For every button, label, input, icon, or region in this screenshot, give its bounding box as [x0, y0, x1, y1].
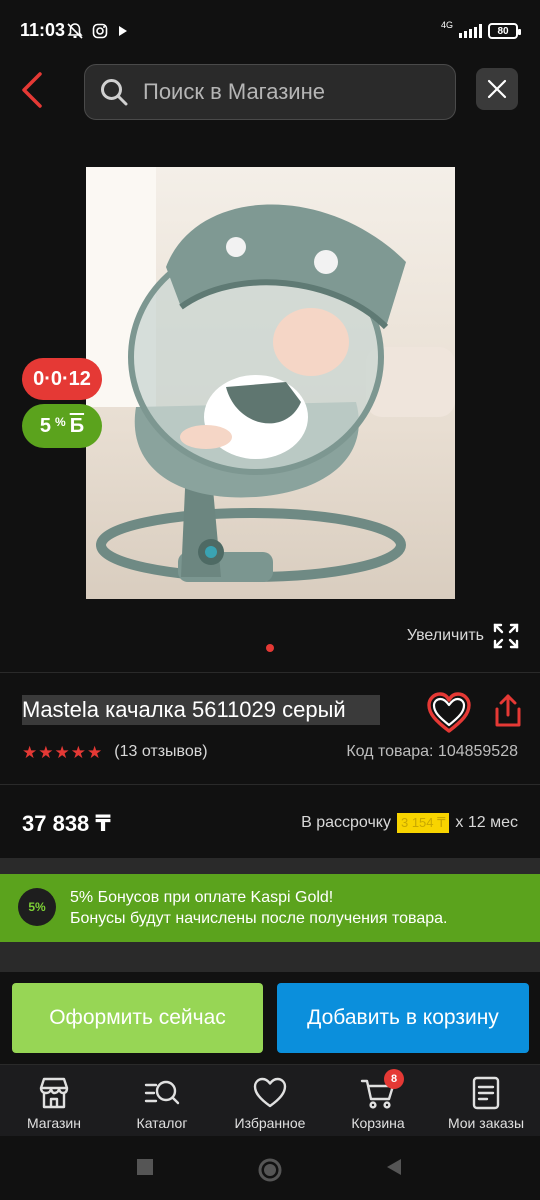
- section-divider: [0, 942, 540, 972]
- bottom-navigation: Магазин Каталог Избранное 8 Корзина Мои …: [0, 1064, 540, 1136]
- product-sku: Код товара: 104859528: [346, 743, 518, 760]
- orders-icon: [472, 1076, 500, 1110]
- status-time: 11:03: [20, 20, 66, 40]
- star-icon: ★: [70, 742, 86, 762]
- bonus-badge-currency: Б: [69, 414, 85, 437]
- search-icon: [101, 79, 128, 106]
- status-notification-icons: [66, 20, 130, 42]
- signal-icon: [459, 24, 482, 38]
- system-navigation-bar: [0, 1136, 540, 1200]
- section-divider: [0, 858, 540, 874]
- action-buttons: Оформить сейчас Добавить в корзину: [0, 972, 540, 1064]
- installment-amount: 3 154 ₸: [396, 813, 450, 833]
- search-input[interactable]: Поиск в Магазине: [84, 64, 456, 120]
- bonus-text: 5% Бонусов при оплате Kaspi Gold! Бонусы…: [70, 887, 447, 929]
- nav-item-favorites[interactable]: Избранное: [216, 1065, 324, 1136]
- bonus-percent-circle: 5%: [18, 888, 56, 926]
- price-section: 37 838 ₸ В рассрочку 3 154 ₸ х 12 мес: [0, 784, 540, 858]
- rating-stars: ★ ★ ★ ★ ★: [22, 744, 102, 761]
- star-icon: ★: [38, 742, 54, 762]
- zoom-button[interactable]: Увеличить: [407, 622, 520, 650]
- bonus-text-line1: 5% Бонусов при оплате Kaspi Gold!: [70, 889, 334, 906]
- product-title-section: Mastela качалка 5611029 серый ★ ★ ★ ★ ★ …: [0, 672, 540, 784]
- installment-info[interactable]: В рассрочку 3 154 ₸ х 12 мес: [301, 813, 518, 833]
- bonus-text-line2: Бонусы будут начислены после получения т…: [70, 910, 448, 927]
- installment-prefix: В рассрочку: [301, 814, 391, 831]
- baby-rocker-illustration: [86, 167, 455, 599]
- close-icon: [487, 79, 507, 99]
- bonus-badge: 5% Б: [22, 404, 102, 448]
- shop-icon: [39, 1077, 69, 1109]
- rating-row: ★ ★ ★ ★ ★ (13 отзывов): [22, 743, 208, 761]
- star-icon: ★: [54, 742, 70, 762]
- battery-icon: 80: [488, 23, 521, 39]
- back-button[interactable]: [16, 70, 50, 110]
- close-button[interactable]: [476, 68, 518, 110]
- cart-count-badge: 8: [384, 1069, 404, 1089]
- add-to-cart-button[interactable]: Добавить в корзину: [277, 983, 529, 1053]
- product-title: Mastela качалка 5611029 серый: [22, 695, 380, 725]
- nav-label-favorites: Избранное: [234, 1115, 306, 1131]
- heart-icon: [253, 1077, 287, 1108]
- installment-badge: 0·0·12: [22, 358, 102, 400]
- header: Поиск в Магазине: [0, 62, 540, 132]
- share-icon: [495, 694, 521, 727]
- favorite-button[interactable]: [426, 691, 472, 735]
- share-button[interactable]: [492, 693, 524, 729]
- heart-icon: [427, 692, 471, 733]
- buy-now-button[interactable]: Оформить сейчас: [12, 983, 263, 1053]
- catalog-search-icon: [144, 1080, 180, 1105]
- nav-item-shop[interactable]: Магазин: [0, 1065, 108, 1136]
- installment-suffix: х 12 мес: [455, 814, 518, 831]
- play-icon: [119, 26, 127, 36]
- nav-label-cart: Корзина: [351, 1115, 405, 1131]
- star-icon: ★: [22, 742, 38, 762]
- nav-label-catalog: Каталог: [136, 1115, 188, 1131]
- bonus-banner[interactable]: 5% 5% Бонусов при оплате Kaspi Gold! Бон…: [0, 874, 540, 942]
- back-nav-button[interactable]: [386, 1158, 402, 1176]
- product-image[interactable]: [86, 167, 455, 599]
- mute-notification-icon: [67, 23, 83, 39]
- instagram-icon: [92, 23, 108, 39]
- nav-item-cart[interactable]: 8 Корзина: [324, 1065, 432, 1136]
- expand-icon: [493, 623, 519, 649]
- recent-apps-button[interactable]: [136, 1158, 154, 1176]
- home-button[interactable]: [258, 1158, 282, 1182]
- zoom-label: Увеличить: [406, 627, 484, 644]
- bonus-badge-percent-sign: %: [55, 415, 66, 429]
- nav-item-catalog[interactable]: Каталог: [108, 1065, 216, 1136]
- nav-label-shop: Магазин: [26, 1115, 81, 1131]
- reviews-link[interactable]: (13 отзывов): [114, 743, 207, 761]
- search-placeholder: Поиск в Магазине: [143, 79, 325, 104]
- star-icon: ★: [87, 742, 103, 762]
- nav-label-orders: Мои заказы: [447, 1115, 525, 1131]
- network-label: 4G: [440, 20, 453, 30]
- bonus-badge-percent: 5: [39, 414, 52, 437]
- gallery-page-indicator: [266, 644, 274, 652]
- status-bar: 11:03 4G 80: [0, 0, 540, 62]
- battery-level: 80: [497, 25, 509, 37]
- chevron-left-icon: [22, 72, 42, 108]
- product-price: 37 838 ₸: [22, 811, 111, 836]
- nav-item-orders[interactable]: Мои заказы: [432, 1065, 540, 1136]
- product-gallery: 0·0·12 5% Б Увеличить: [0, 132, 540, 672]
- status-system-icons: 4G 80: [440, 20, 521, 42]
